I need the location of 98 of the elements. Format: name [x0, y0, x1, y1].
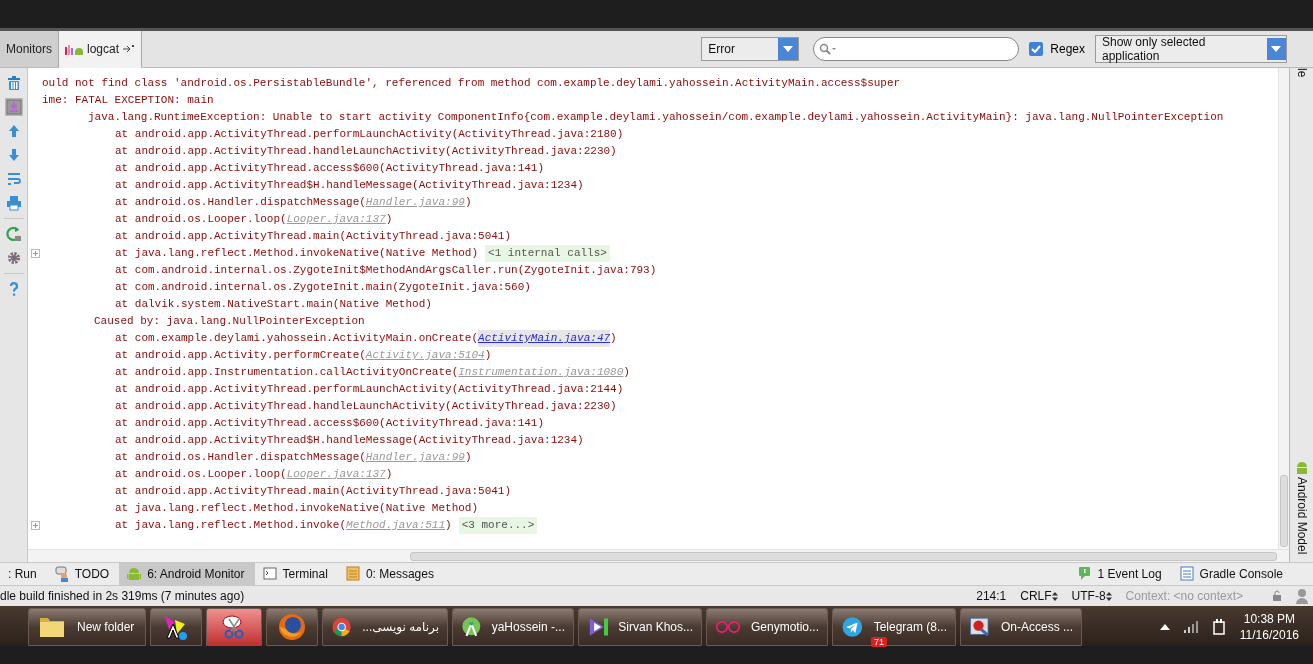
- log-text: at android.os.Looper.loop(: [115, 212, 287, 227]
- android-icon: [1295, 459, 1308, 474]
- taskbar-button[interactable]: [266, 608, 318, 646]
- folded-frames[interactable]: <3 more...>: [458, 517, 538, 534]
- expand-icon[interactable]: [30, 521, 40, 530]
- up-caret-icon[interactable]: [1159, 624, 1170, 630]
- event-icon: [1077, 566, 1092, 582]
- log-line: at android.app.ActivityThread.access$600(ActivityThread.java:141): [114, 161, 545, 176]
- checkbox-label: Regex: [1050, 42, 1085, 56]
- power-plug-icon[interactable]: [1211, 618, 1226, 636]
- log-text: at java.lang.reflect.Method.invoke(: [115, 518, 347, 533]
- taskbar-button[interactable]: Genymotio...: [706, 608, 828, 646]
- app-filter-dropdown[interactable]: Show only selected application: [1095, 35, 1287, 63]
- log-text: ): [484, 348, 492, 363]
- log-text: at android.app.Instrumentation.callActivityOnCreate(: [115, 365, 459, 380]
- folded-frames[interactable]: <1 internal calls>: [485, 245, 610, 262]
- scroll-to-end-icon[interactable]: [4, 98, 23, 116]
- browser-icon: [277, 612, 307, 642]
- messages-icon: [345, 566, 360, 582]
- tool-window-tab[interactable]: Gradle Console: [1171, 563, 1313, 585]
- tool-window-tab[interactable]: le: [1294, 68, 1309, 82]
- log-text: at android.os.Handler.dispatchMessage(: [115, 195, 366, 210]
- search-icon: [819, 43, 838, 55]
- log-text: ): [445, 518, 452, 533]
- log-text: ): [464, 195, 472, 210]
- log-line: at android.app.ActivityThread.performLaunchActivity(ActivityThread.java:2180): [114, 127, 624, 142]
- signal-icon[interactable]: [1183, 621, 1198, 633]
- expand-icon[interactable]: [30, 249, 40, 258]
- scrollbar-thumb[interactable]: [410, 551, 1277, 561]
- log-text: ): [623, 365, 630, 380]
- log-line: at com.android.internal.os.ZygoteInit$MethodAndArgsCaller.run(ZygoteInit.java:793): [114, 263, 657, 278]
- up-down-icon: [1105, 591, 1112, 601]
- log-text: at android.os.Looper.loop(: [115, 467, 287, 482]
- log-line: at android.app.ActivityThread.performLaunchActivity(ActivityThread.java:2144): [114, 382, 624, 397]
- log-line: at android.app.ActivityThread$H.handleMessage(ActivityThread.java:1234): [114, 433, 584, 448]
- scrollbar-thumb[interactable]: [1280, 475, 1288, 547]
- tool-window-tab[interactable]: Terminal: [254, 563, 338, 585]
- search-field[interactable]: [813, 37, 1020, 61]
- log-text: at android.os.Handler.dispatchMessage(: [115, 450, 366, 465]
- regex-checkbox[interactable]: [1029, 42, 1044, 56]
- taskbar-button[interactable]: Telegram (8... 71: [832, 608, 956, 646]
- level-dropdown[interactable]: Error: [701, 37, 800, 61]
- taskbar-button[interactable]: برنامه نویسی...: [322, 608, 448, 646]
- caret-position[interactable]: 214:1: [976, 589, 1007, 603]
- todo-icon: [54, 566, 69, 582]
- context-label: Context: <no context>: [1125, 589, 1243, 603]
- print-icon[interactable]: [4, 194, 23, 212]
- log-line: at android.app.ActivityThread.handleLaunchActivity(ActivityThread.java:2230): [114, 399, 617, 414]
- tool-window-tab[interactable]: 6: Android Monitor: [119, 563, 255, 585]
- tool-window-tab[interactable]: 1 Event Log: [1069, 563, 1172, 585]
- encoding-selector[interactable]: UTF-8: [1071, 589, 1112, 603]
- log-line: Caused by: java.lang.NullPointerException: [93, 314, 365, 329]
- log-line: at dalvik.system.NativeStart.main(Native Method): [114, 297, 432, 312]
- tab[interactable]: logcat: [59, 31, 143, 68]
- log-line: at android.app.ActivityThread.main(ActivityThread.java:5041): [114, 484, 512, 499]
- log-text: ): [385, 467, 393, 482]
- clock[interactable]: 10:38 PM 11/16/2016: [1239, 611, 1299, 643]
- log-line: ould not find class 'android.os.PersistableBundle', referenced from method com.example.deylami.yahossein.ActivityMain.access$super: [42, 76, 901, 91]
- console-icon: [1179, 566, 1194, 582]
- log-line: at android.app.ActivityThread.main(ActivityThread.java:5041): [114, 229, 512, 244]
- tool-window-tab[interactable]: : Run: [0, 563, 47, 585]
- up-down-icon: [1051, 591, 1058, 601]
- log-line: ime: FATAL EXCEPTION: main: [42, 93, 214, 108]
- log-line: at android.app.ActivityThread.access$600(ActivityThread.java:141): [114, 416, 545, 431]
- restart-icon[interactable]: [4, 225, 23, 243]
- pin-icon: [123, 44, 136, 54]
- person-icon[interactable]: [1295, 588, 1309, 604]
- taskbar-button[interactable]: yaHossein -...: [452, 608, 574, 646]
- taskbar-button[interactable]: Sirvan Khos...: [578, 608, 702, 646]
- log-line: at android.app.ActivityThread$H.handleMessage(ActivityThread.java:1234): [114, 178, 584, 193]
- log-text: ): [464, 450, 472, 465]
- log-text: ): [385, 212, 393, 227]
- log-text: at java.lang.reflect.Method.invokeNative(Native Method): [115, 246, 479, 261]
- taskbar-button[interactable]: [150, 608, 202, 646]
- tool-window-tab[interactable]: TODO: [46, 563, 120, 585]
- tool-window-tab[interactable]: 0: Messages: [337, 563, 444, 585]
- log-text: at android.app.Activity.performCreate(: [115, 348, 366, 363]
- logcat-icon: [65, 43, 83, 55]
- log-text: ): [610, 331, 617, 346]
- lock-icon[interactable]: [1271, 590, 1283, 602]
- source-link[interactable]: ActivityMain.java:47: [478, 330, 611, 347]
- log-line: java.lang.RuntimeException: Unable to start activity ComponentInfo{com.example.deylami.yahossein/com.example.deylami.yahossein.ActivityMain}: java.lang.NullPointerException: [87, 110, 1224, 125]
- log-line: at java.lang.reflect.Method.invokeNative(Native Method): [114, 501, 479, 516]
- tab[interactable]: Monitors: [0, 31, 59, 67]
- notification-badge: 71: [871, 637, 887, 647]
- taskbar-button[interactable]: On-Access ...: [960, 608, 1082, 646]
- check-icon: [1031, 45, 1042, 53]
- log-line: at com.android.internal.os.ZygoteInit.main(ZygoteInit.java:560): [114, 280, 531, 295]
- dropdown-arrow-icon: [1271, 46, 1282, 52]
- status-message: dle build finished in 2s 319ms (7 minutes ago): [0, 589, 245, 603]
- terminal-icon: [262, 566, 277, 582]
- log-line: at android.app.ActivityThread.handleLaunchActivity(ActivityThread.java:2230): [114, 144, 617, 159]
- dropdown-arrow-icon: [783, 46, 794, 52]
- taskbar-button[interactable]: [206, 608, 262, 646]
- line-separator-selector[interactable]: CRLF: [1020, 589, 1058, 603]
- taskbar-button[interactable]: New folder: [28, 608, 146, 646]
- tool-window-tab[interactable]: Android Model: [1294, 476, 1309, 554]
- android-icon: [127, 566, 142, 582]
